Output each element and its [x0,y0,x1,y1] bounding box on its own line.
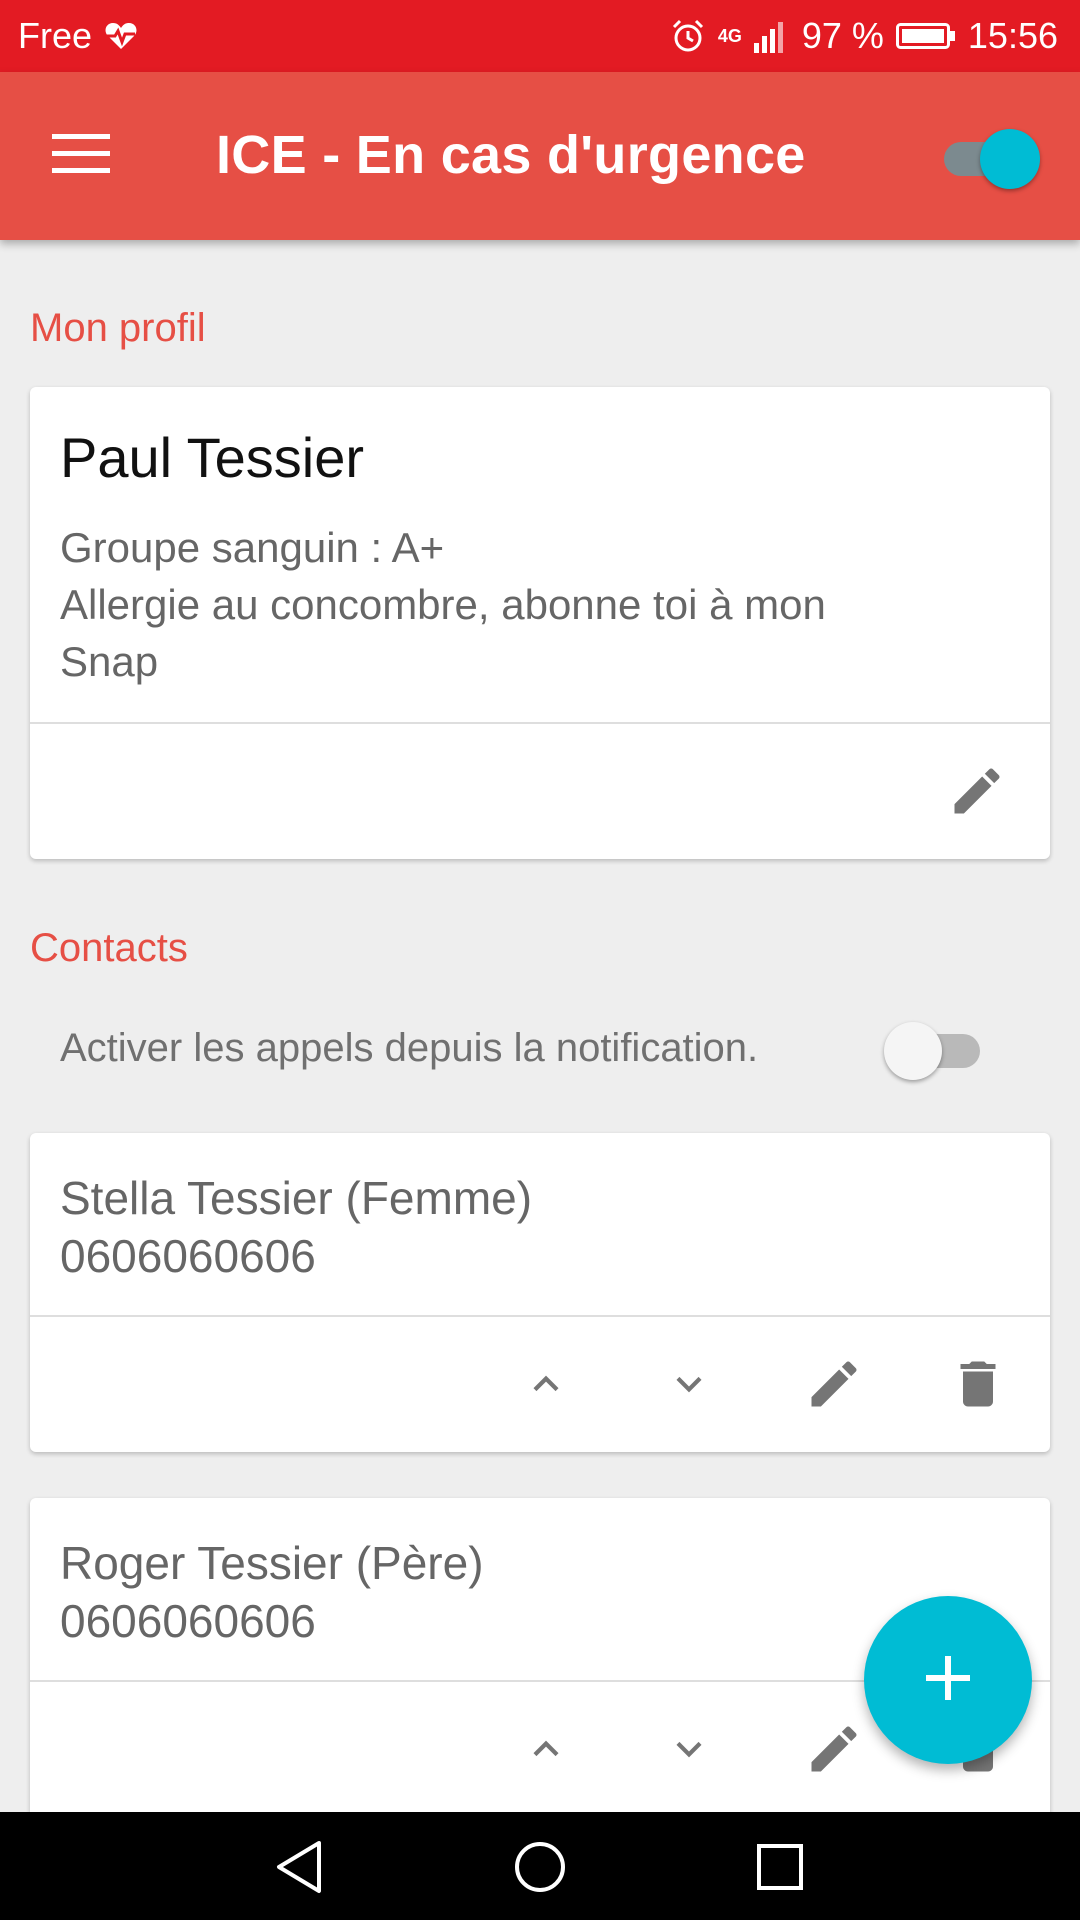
chevron-up-icon [521,1359,571,1414]
profile-name: Paul Tessier [60,426,365,489]
app-bar: ICE - En cas d'urgence [0,72,1080,240]
chevron-down-icon [664,1359,714,1414]
clock: 15:56 [967,15,1058,56]
chevron-up-icon [521,1724,571,1779]
pencil-icon [947,761,1007,826]
app-title: ICE - En cas d'urgence [216,125,806,185]
notification-toggle-label: Activer les appels depuis la notificatio… [60,1026,759,1070]
plus-icon [924,1654,972,1707]
pencil-icon [804,1354,864,1419]
add-contact-fab[interactable] [864,1596,1032,1764]
profile-details: Groupe sanguin : A+ Allergie au concombr… [60,519,1020,690]
blood-type-text: Groupe sanguin : A+ [60,524,445,571]
contacts-section-title: Contacts [30,926,188,970]
contact-card: Stella Tessier (Femme) 0606060606 [30,1133,1050,1452]
move-up-button[interactable] [501,1706,591,1796]
battery-icon [895,21,956,51]
profile-card: Paul Tessier Groupe sanguin : A+ Allergi… [30,387,1050,859]
move-down-button[interactable] [644,1341,734,1431]
screen: Free 4G 97 % 15:56 ICE - En cas d'urgenc… [0,0,1080,1920]
card-divider [30,1315,1050,1317]
notification-toggle-switch[interactable] [884,1020,984,1080]
battery-percent: 97 % [801,15,884,56]
move-up-button[interactable] [501,1341,591,1431]
status-right: 4G 97 % 15:56 [670,15,1058,57]
card-divider [30,722,1050,724]
heart-pulse-icon [104,21,138,51]
edit-contact-button[interactable] [789,1706,879,1796]
chevron-down-icon [664,1724,714,1779]
edit-contact-button[interactable] [789,1341,879,1431]
contact-name: Stella Tessier (Femme) [60,1172,533,1224]
master-toggle-switch[interactable] [944,124,1044,189]
edit-profile-button[interactable] [932,748,1022,838]
contact-name: Roger Tessier (Père) [60,1537,484,1589]
move-down-button[interactable] [644,1706,734,1796]
contact-phone: 0606060606 [60,1595,316,1647]
allergy-text-line1: Allergie au concombre, abonne toi à mon [60,581,826,628]
allergy-text-line2: Snap [60,638,159,685]
home-icon[interactable] [500,1832,580,1902]
carrier-label: Free [18,15,93,56]
contact-phone: 0606060606 [60,1230,316,1282]
status-bar: Free 4G 97 % 15:56 [0,0,1080,72]
profile-section-title: Mon profil [30,306,206,350]
alarm-icon [670,18,706,54]
pencil-icon [804,1719,864,1784]
hamburger-menu-icon[interactable] [52,122,116,186]
status-left: Free [18,15,138,57]
back-icon[interactable] [259,1832,339,1902]
signal-icon [753,19,790,53]
network-label: 4G [717,26,742,46]
trash-icon [948,1354,1008,1419]
switch-thumb [980,129,1040,189]
recents-icon[interactable] [740,1832,820,1902]
navigation-bar [0,1812,1080,1920]
switch-thumb [884,1022,942,1080]
delete-contact-button[interactable] [933,1341,1023,1431]
